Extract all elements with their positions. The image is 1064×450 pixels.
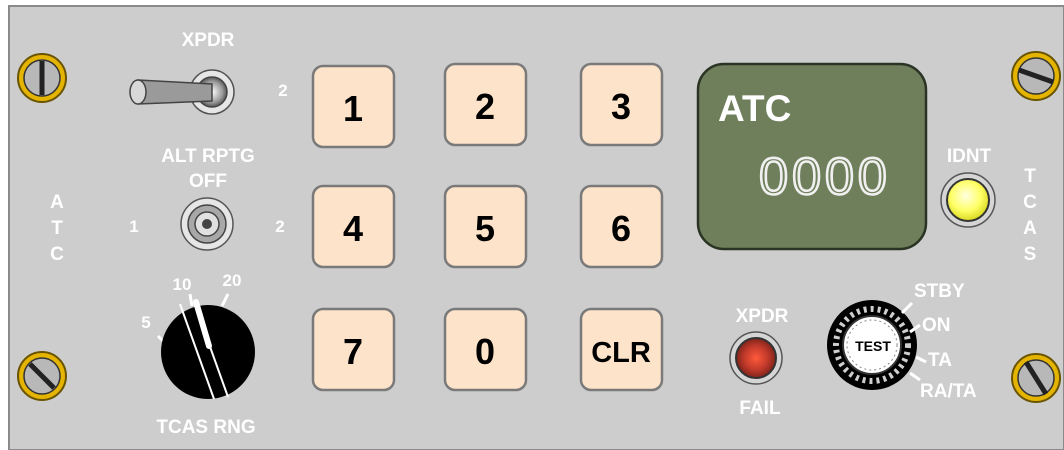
atc-display: ATC 0000 xyxy=(696,62,928,251)
side-label-atc-letter: T xyxy=(51,218,63,239)
side-label-atc-letter: A xyxy=(50,192,64,213)
mode-label-ta: TA xyxy=(928,350,952,371)
range-mark-10: 10 xyxy=(173,275,192,294)
alt-rptg-pos2: 2 xyxy=(275,217,284,236)
keypad: 1 2 3 4 5 6 7 0 CLR xyxy=(311,62,664,392)
side-label-tcas-letter: S xyxy=(1024,244,1037,265)
fail-light-bottom-label: FAIL xyxy=(739,398,781,419)
side-label-tcas-letter: C xyxy=(1023,192,1037,213)
key-6[interactable]: 6 xyxy=(579,184,664,269)
key-label: 1 xyxy=(343,88,363,129)
key-label: 2 xyxy=(475,86,495,127)
screw-top-left-icon xyxy=(17,53,67,103)
ident-label: IDNT xyxy=(947,146,992,167)
key-label: CLR xyxy=(591,337,651,369)
screw-bottom-left-icon xyxy=(17,351,67,401)
range-knob-title: TCAS RNG xyxy=(156,417,255,438)
key-1[interactable]: 1 xyxy=(311,64,396,149)
side-label-tcas-letter: T xyxy=(1024,166,1036,187)
key-7[interactable]: 7 xyxy=(311,307,396,392)
alt-rptg-title: ALT RPTG xyxy=(161,146,255,167)
key-0[interactable]: 0 xyxy=(443,307,528,392)
display-code: 0000 xyxy=(759,148,891,206)
alt-rptg-pos1: 1 xyxy=(129,217,138,236)
screw-bottom-right-icon xyxy=(1011,353,1061,403)
xpdr-fail-light xyxy=(729,331,783,385)
key-label: 4 xyxy=(343,208,363,249)
side-label-atc-letter: C xyxy=(50,244,64,265)
key-label: 0 xyxy=(475,331,495,372)
alt-rptg-toggle-switch[interactable] xyxy=(180,197,234,251)
key-clr[interactable]: CLR xyxy=(579,307,664,392)
mode-label-on: ON xyxy=(922,315,951,336)
mode-label-stby: STBY xyxy=(914,281,965,302)
alt-rptg-off-label: OFF xyxy=(189,171,227,192)
key-2[interactable]: 2 xyxy=(443,62,528,147)
side-label-atc: A T C xyxy=(50,192,64,265)
key-label: 6 xyxy=(611,208,631,249)
key-label: 3 xyxy=(611,86,631,127)
key-3[interactable]: 3 xyxy=(579,62,664,147)
ident-button[interactable] xyxy=(940,172,996,228)
screw-top-right-icon xyxy=(1011,51,1061,101)
mode-label-ra-ta: RA/TA xyxy=(920,381,977,402)
range-mark-5: 5 xyxy=(141,313,150,332)
range-mark-20: 20 xyxy=(223,271,242,290)
display-label: ATC xyxy=(718,88,791,129)
xpdr-switch-pos2: 2 xyxy=(278,81,287,100)
key-label: 5 xyxy=(475,208,495,249)
key-label: 7 xyxy=(343,331,363,372)
mode-knob-center-label: TEST xyxy=(855,338,891,354)
xpdr-switch-title: XPDR xyxy=(182,30,235,51)
fail-light-top-label: XPDR xyxy=(736,306,789,327)
side-label-tcas-letter: A xyxy=(1023,218,1037,239)
key-5[interactable]: 5 xyxy=(443,184,528,269)
key-4[interactable]: 4 xyxy=(311,184,396,269)
atc-tcas-control-panel: A T C T C A S XPDR 2 ALT RPTG OFF 1 2 5 … xyxy=(0,0,1064,450)
